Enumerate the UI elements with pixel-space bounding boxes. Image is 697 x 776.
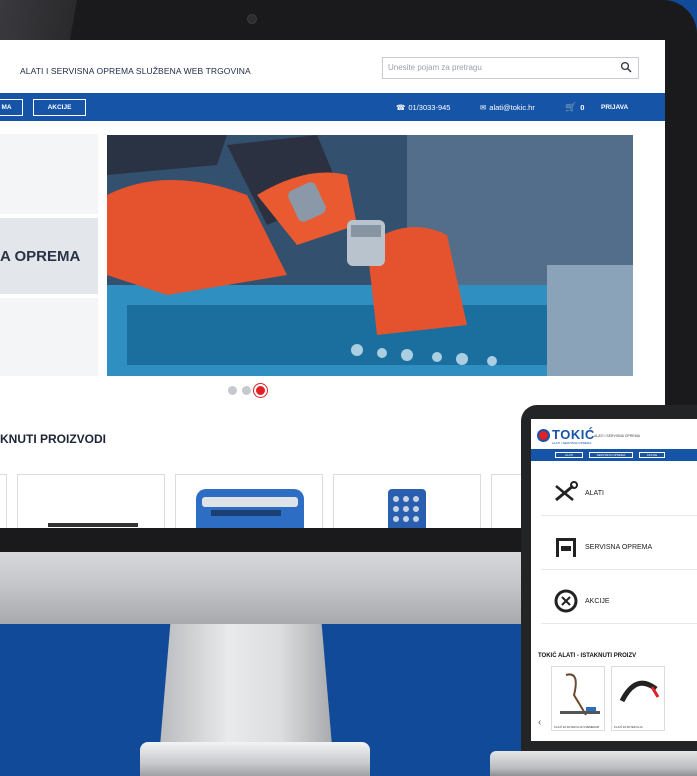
laptop-screen: TOKIĆ ALATI I SERVISNA OPREMA ALATI I SE… (531, 419, 697, 741)
slider-dot-1[interactable] (228, 386, 237, 395)
cart-count: 0 (580, 102, 585, 112)
lp-product-image-oil-filter-wrench (619, 680, 660, 703)
monitor-highlight (0, 0, 120, 40)
search-placeholder: Unesite pojam za pretragu (388, 63, 482, 72)
product-image-wrench (48, 523, 138, 527)
lp-product-image-oil-filter-strap (560, 673, 600, 716)
lp-category-akcije[interactable]: AKCIJE (541, 579, 697, 624)
product-card[interactable] (17, 474, 165, 528)
hero-illustration (107, 135, 633, 376)
category-label: A OPREMA (0, 248, 81, 265)
lp-nav-servisna-oprema[interactable]: SERVISNA OPREMA (589, 452, 633, 458)
lp-category-label: AKCIJE (585, 598, 610, 605)
slider-dots (228, 384, 267, 397)
laptop-tagline: ALATI I SERVISNA OPREMA (594, 434, 640, 438)
site-header: ALATI I SERVISNA OPREMA SLUŽBENA WEB TRG… (0, 40, 665, 93)
monitor-stand (160, 624, 332, 746)
main-navbar: MA AKCIJE ☎ 01/3033-945 ✉ alati@tokic.hr… (0, 93, 665, 121)
chevron-left-icon[interactable]: ‹ (538, 717, 541, 728)
category-panel-alati[interactable] (0, 134, 98, 214)
product-image-torque-wrench (196, 489, 304, 528)
logo-text: TOKIĆ (552, 427, 595, 442)
monitor-stand-base (140, 742, 370, 776)
product-card[interactable] (175, 474, 323, 528)
category-panel-servisna-oprema[interactable]: A OPREMA (0, 218, 98, 294)
webcam (247, 14, 257, 24)
laptop-base (490, 751, 697, 776)
logo-mark-icon (537, 429, 550, 442)
nav-button-servisna-oprema[interactable]: MA (0, 99, 23, 116)
contact-email[interactable]: ✉ alati@tokic.hr (480, 93, 535, 121)
product-card[interactable] (333, 474, 481, 528)
lp-nav-alati[interactable]: ALATI (555, 452, 583, 458)
discount-icon (554, 589, 578, 613)
email-address: alati@tokic.hr (489, 102, 535, 112)
lp-featured-title: TOKIĆ ALATI - ISTAKNUTI PROIZV (538, 653, 637, 659)
cart-icon: 🛒 (565, 101, 577, 112)
wrench-icon (555, 481, 578, 502)
lp-category-label: ALATI (585, 490, 604, 497)
laptop-navbar: ALATI SERVISNA OPREMA AKCIJE (531, 449, 697, 461)
lp-product-label: KLJUČ ZA FILTER ULJA S REMENOM (554, 726, 600, 729)
lp-product-card[interactable]: KLJUČ ZA FILTER ULJA S REMENOM (551, 666, 605, 731)
product-card[interactable] (0, 474, 7, 528)
featured-products-title: KNUTI PROIZVODI (0, 432, 107, 446)
category-panel-akcije[interactable] (0, 298, 98, 376)
lp-category-label: SERVISNA OPREMA (585, 544, 653, 551)
phone-number: 01/3033-945 (408, 102, 451, 112)
cart-button[interactable]: 🛒 0 (565, 93, 584, 121)
laptop: TOKIĆ ALATI I SERVISNA OPREMA ALATI I SE… (521, 405, 697, 751)
logo-subtitle: ALATI I SERVISNA OPREMA (552, 441, 592, 445)
search-input[interactable]: Unesite pojam za pretragu (382, 57, 639, 79)
nav-button-akcije[interactable]: AKCIJE (33, 99, 86, 116)
slider-dot-2[interactable] (242, 386, 251, 395)
site-tagline: ALATI I SERVISNA OPREMA SLUŽBENA WEB TRG… (20, 66, 251, 76)
login-link[interactable]: PRIJAVA (601, 93, 628, 121)
slider-dot-3[interactable] (254, 384, 267, 397)
search-icon[interactable] (620, 61, 632, 73)
lp-category-alati[interactable]: ALATI (541, 471, 697, 516)
lp-category-servisna-oprema[interactable]: SERVISNA OPREMA (541, 525, 697, 570)
mail-icon: ✉ (480, 102, 487, 112)
lp-nav-akcije[interactable]: AKCIJE (639, 452, 665, 458)
contact-phone[interactable]: ☎ 01/3033-945 (396, 93, 450, 121)
tokic-logo[interactable]: TOKIĆ ALATI I SERVISNA OPREMA (537, 427, 594, 446)
lp-product-label: KLJUČ ZA FILTER ULJA (614, 726, 643, 729)
hero-slider-image[interactable] (107, 135, 633, 376)
product-image-socket-set (388, 489, 426, 528)
lp-product-card[interactable]: KLJUČ ZA FILTER ULJA (611, 666, 665, 731)
phone-icon: ☎ (396, 102, 406, 112)
lift-icon (556, 538, 576, 557)
